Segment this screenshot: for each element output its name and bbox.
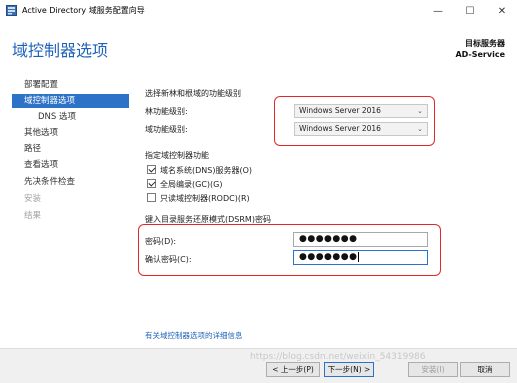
forest-level-dropdown[interactable]: Windows Server 2016 ⌄ bbox=[294, 104, 428, 118]
target-server-name: AD-Service bbox=[455, 50, 505, 59]
back-button[interactable]: < 上一步(P) bbox=[266, 362, 320, 377]
watermark-text: https://blog.csdn.net/weixin_54319986 bbox=[250, 352, 426, 362]
domain-level-value: Windows Server 2016 bbox=[299, 124, 381, 133]
forest-level-label: 林功能级别: bbox=[145, 107, 188, 116]
target-server-label: 目标服务器 bbox=[465, 39, 505, 48]
rodc-checkbox[interactable] bbox=[147, 193, 156, 202]
install-button: 安装(I) bbox=[408, 362, 458, 377]
global-catalog-label: 全局编录(GC)(G) bbox=[160, 180, 223, 189]
password-label: 密码(D): bbox=[145, 237, 177, 246]
confirm-password-label: 确认密码(C): bbox=[145, 255, 192, 264]
sidebar-item-dc-options[interactable]: 域控制器选项 bbox=[12, 94, 129, 108]
chevron-down-icon: ⌄ bbox=[417, 125, 423, 133]
functional-level-heading: 选择新林和根域的功能级别 bbox=[145, 89, 241, 98]
forest-level-value: Windows Server 2016 bbox=[299, 106, 381, 115]
domain-level-dropdown[interactable]: Windows Server 2016 ⌄ bbox=[294, 122, 428, 136]
sidebar-item-additional-options[interactable]: 其他选项 bbox=[24, 126, 58, 140]
dns-server-checkbox[interactable] bbox=[147, 165, 156, 174]
sidebar-item-deployment-config[interactable]: 部署配置 bbox=[24, 78, 58, 92]
chevron-down-icon: ⌄ bbox=[417, 107, 423, 115]
cancel-button[interactable]: 取消 bbox=[460, 362, 510, 377]
close-button[interactable]: ✕ bbox=[487, 0, 517, 22]
confirm-password-value: ●●●●●●● bbox=[299, 252, 358, 262]
server-manager-icon bbox=[6, 5, 17, 16]
sidebar-item-dns-options[interactable]: DNS 选项 bbox=[38, 110, 76, 124]
dc-capabilities-heading: 指定域控制器功能 bbox=[145, 151, 209, 160]
rodc-label: 只读域控制器(RODC)(R) bbox=[160, 194, 250, 203]
dns-server-label: 域名系统(DNS)服务器(O) bbox=[160, 166, 253, 175]
maximize-button[interactable]: ☐ bbox=[455, 0, 485, 22]
password-value: ●●●●●●● bbox=[299, 234, 358, 244]
sidebar-item-review-options[interactable]: 查看选项 bbox=[24, 158, 58, 172]
sidebar-item-paths[interactable]: 路径 bbox=[24, 142, 41, 156]
window-title: Active Directory 域服务配置向导 bbox=[22, 6, 145, 15]
global-catalog-checkbox[interactable] bbox=[147, 179, 156, 188]
minimize-button[interactable]: — bbox=[423, 0, 453, 22]
more-info-link[interactable]: 有关域控制器选项的详细信息 bbox=[145, 330, 243, 341]
sidebar-item-prerequisites[interactable]: 先决条件检查 bbox=[24, 175, 75, 189]
title-bar: Active Directory 域服务配置向导 — ☐ ✕ bbox=[0, 0, 517, 22]
password-field[interactable]: ●●●●●●● bbox=[293, 232, 428, 247]
text-cursor bbox=[358, 251, 360, 262]
dsrm-heading: 键入目录服务还原模式(DSRM)密码 bbox=[145, 215, 271, 224]
confirm-password-field[interactable]: ●●●●●●● bbox=[293, 250, 428, 265]
sidebar-item-installation: 安装 bbox=[24, 194, 42, 204]
sidebar-item-results: 结果 bbox=[24, 211, 42, 221]
page-title: 域控制器选项 bbox=[12, 41, 109, 60]
next-button[interactable]: 下一步(N) > bbox=[324, 362, 374, 377]
domain-level-label: 域功能级别: bbox=[145, 125, 188, 134]
